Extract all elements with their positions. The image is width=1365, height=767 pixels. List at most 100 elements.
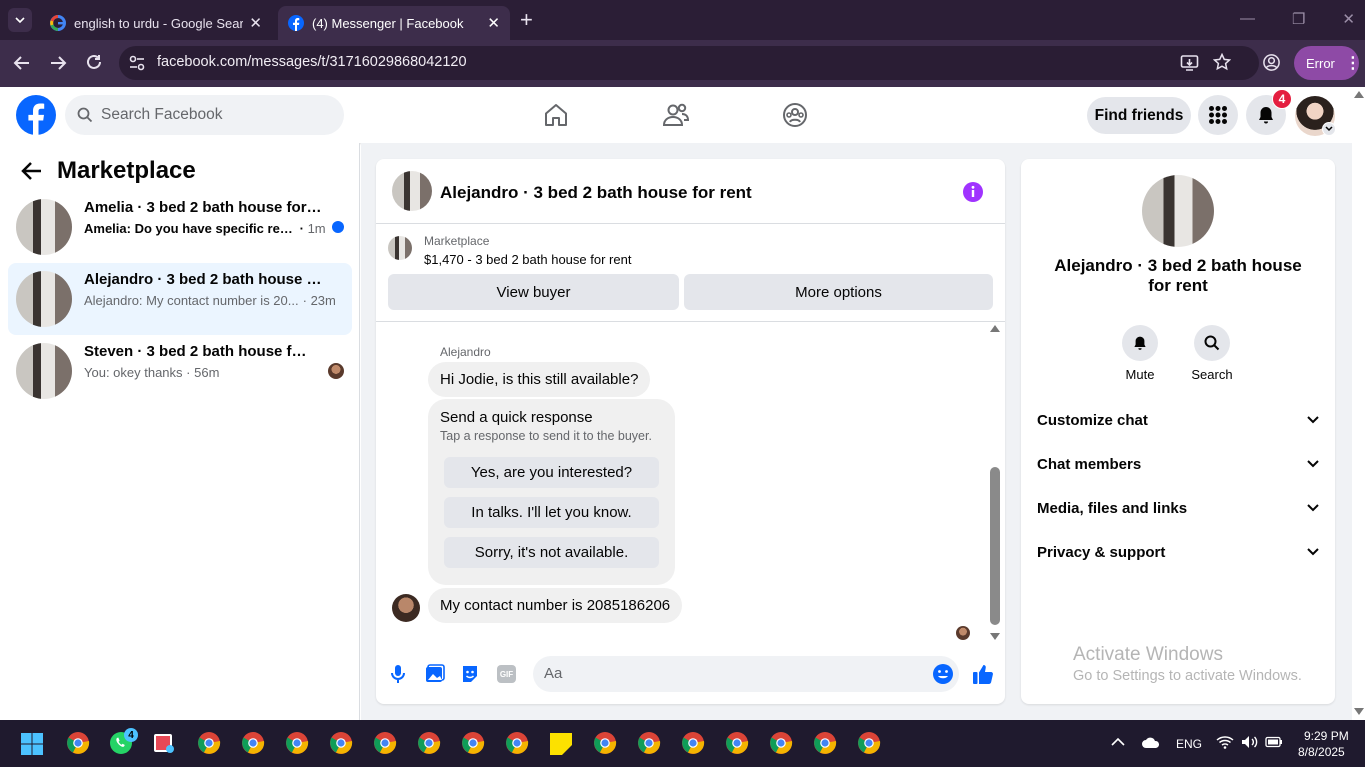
- scrollbar-down-arrow[interactable]: [990, 633, 1000, 640]
- quick-response-option[interactable]: Sorry, it's not available.: [444, 537, 659, 568]
- window-controls: — ❐ ✕: [1240, 10, 1355, 30]
- chrome-icon[interactable]: [681, 731, 705, 755]
- back-arrow-icon[interactable]: [21, 161, 43, 181]
- facebook-logo-icon[interactable]: [16, 95, 56, 135]
- profile-error-button[interactable]: Error ⋮: [1294, 46, 1361, 80]
- conversation-title: Steven · 3 bed 2 bath house for rent: [84, 343, 314, 360]
- scrollbar-thumb[interactable]: [990, 467, 1000, 625]
- install-app-icon[interactable]: [1180, 54, 1199, 72]
- chrome-icon[interactable]: [66, 731, 90, 755]
- chevron-down-icon: [1307, 416, 1319, 424]
- chrome-icon[interactable]: [329, 731, 353, 755]
- profile-icon[interactable]: [1262, 53, 1281, 72]
- sticky-notes-icon[interactable]: [549, 732, 573, 756]
- chevron-up-icon[interactable]: [1111, 737, 1125, 747]
- facebook-icon: [288, 15, 304, 31]
- scrollbar-up-arrow[interactable]: [990, 325, 1000, 332]
- listing-avatar-large[interactable]: [1142, 175, 1214, 247]
- mute-action[interactable]: Mute: [1116, 325, 1164, 382]
- quick-response-option[interactable]: In talks. I'll let you know.: [444, 497, 659, 528]
- microphone-icon[interactable]: [390, 664, 406, 684]
- sticker-icon[interactable]: [460, 664, 480, 684]
- chrome-icon[interactable]: [285, 731, 309, 755]
- menu-grid-icon: [1209, 106, 1227, 124]
- chrome-icon[interactable]: [813, 731, 837, 755]
- chat-members-section[interactable]: Chat members: [1037, 448, 1319, 480]
- back-icon[interactable]: [12, 54, 32, 72]
- media-files-links-section[interactable]: Media, files and links: [1037, 492, 1319, 524]
- sender-avatar[interactable]: [392, 594, 420, 622]
- emoji-icon[interactable]: [932, 663, 954, 685]
- reload-icon[interactable]: [85, 53, 103, 71]
- listing-thumbnail: [16, 343, 72, 399]
- groups-icon[interactable]: [782, 102, 808, 128]
- minimize-button[interactable]: —: [1240, 10, 1255, 30]
- search-facebook-input[interactable]: Search Facebook: [65, 95, 344, 135]
- conversation-item-amelia[interactable]: Amelia · 3 bed 2 bath house for rent Ame…: [8, 191, 352, 263]
- privacy-support-section[interactable]: Privacy & support: [1037, 536, 1319, 568]
- tab-title: english to urdu - Google Search: [74, 15, 244, 31]
- conversation-item-steven[interactable]: Steven · 3 bed 2 bath house for rent You…: [8, 335, 352, 407]
- close-tab-icon[interactable]: ✕: [487, 14, 500, 32]
- chrome-icon[interactable]: [461, 731, 485, 755]
- chat-header-thumbnail[interactable]: [392, 171, 432, 211]
- clock-date[interactable]: 8/8/2025: [1298, 745, 1345, 759]
- close-tab-icon[interactable]: ✕: [249, 14, 262, 32]
- chrome-icon[interactable]: [637, 731, 661, 755]
- chrome-icon[interactable]: [593, 731, 617, 755]
- home-icon[interactable]: [543, 102, 569, 128]
- find-friends-button[interactable]: Find friends: [1087, 97, 1191, 134]
- message-bubble[interactable]: My contact number is 2085186206: [428, 588, 683, 623]
- bookmark-star-icon[interactable]: [1213, 53, 1231, 71]
- tab-search-button[interactable]: [8, 8, 32, 32]
- customize-chat-section[interactable]: Customize chat: [1037, 404, 1319, 436]
- quick-response-option[interactable]: Yes, are you interested?: [444, 457, 659, 488]
- info-name: Alejandro · 3 bed 2 bath house for rent: [1054, 256, 1302, 295]
- wifi-icon[interactable]: [1216, 735, 1234, 749]
- page-scrollbar[interactable]: [1352, 87, 1365, 720]
- chrome-icon[interactable]: [417, 731, 441, 755]
- tab-google-search[interactable]: english to urdu - Google Search ✕: [40, 6, 272, 40]
- gif-icon[interactable]: GIF: [497, 665, 516, 683]
- photo-icon[interactable]: [425, 664, 445, 684]
- chrome-icon[interactable]: [197, 731, 221, 755]
- chevron-down-icon: [1307, 548, 1319, 556]
- volume-icon[interactable]: [1241, 735, 1259, 749]
- search-action[interactable]: Search: [1187, 325, 1237, 382]
- tab-messenger[interactable]: (4) Messenger | Facebook ✕: [278, 6, 510, 40]
- message-input[interactable]: Aa: [533, 656, 959, 692]
- bell-icon: [1134, 336, 1146, 350]
- chrome-icon[interactable]: [725, 731, 749, 755]
- seen-avatar: [328, 363, 344, 379]
- chrome-icon[interactable]: [769, 731, 793, 755]
- view-buyer-button[interactable]: View buyer: [388, 274, 679, 310]
- battery-icon[interactable]: [1265, 736, 1283, 748]
- conversation-info-panel: Alejandro · 3 bed 2 bath house for rent …: [1021, 159, 1335, 704]
- clock-time[interactable]: 9:29 PM: [1304, 729, 1349, 743]
- chrome-icon[interactable]: [857, 731, 881, 755]
- conversation-preview: Amelia: Do you have specific requ... · 1…: [84, 221, 326, 236]
- menu-button[interactable]: [1198, 95, 1238, 135]
- site-settings-icon[interactable]: [128, 54, 146, 72]
- conversation-title: Amelia · 3 bed 2 bath house for rent: [84, 199, 324, 216]
- chrome-icon[interactable]: [373, 731, 397, 755]
- chrome-icon[interactable]: [241, 731, 265, 755]
- message-bubble[interactable]: Hi Jodie, is this still available?: [428, 362, 651, 397]
- windows-start-icon[interactable]: [20, 732, 44, 756]
- forward-icon[interactable]: [48, 54, 68, 72]
- like-icon[interactable]: [972, 663, 994, 685]
- close-window-button[interactable]: ✕: [1342, 10, 1355, 30]
- maximize-button[interactable]: ❐: [1292, 10, 1305, 30]
- friends-icon[interactable]: [662, 102, 690, 128]
- snipping-tool-icon[interactable]: [152, 731, 176, 755]
- onedrive-icon[interactable]: [1141, 737, 1161, 749]
- chat-header-title[interactable]: Alejandro · 3 bed 2 bath house for rent: [440, 183, 752, 203]
- account-chevron-icon[interactable]: [1322, 122, 1336, 136]
- language-indicator[interactable]: ENG: [1176, 737, 1202, 751]
- info-icon[interactable]: [962, 181, 984, 203]
- new-tab-button[interactable]: +: [520, 8, 533, 32]
- listing-price-title[interactable]: $1,470 - 3 bed 2 bath house for rent: [424, 252, 631, 267]
- conversation-item-alejandro[interactable]: Alejandro · 3 bed 2 bath house for rent …: [8, 263, 352, 335]
- chrome-icon[interactable]: [505, 731, 529, 755]
- more-options-button[interactable]: More options: [684, 274, 993, 310]
